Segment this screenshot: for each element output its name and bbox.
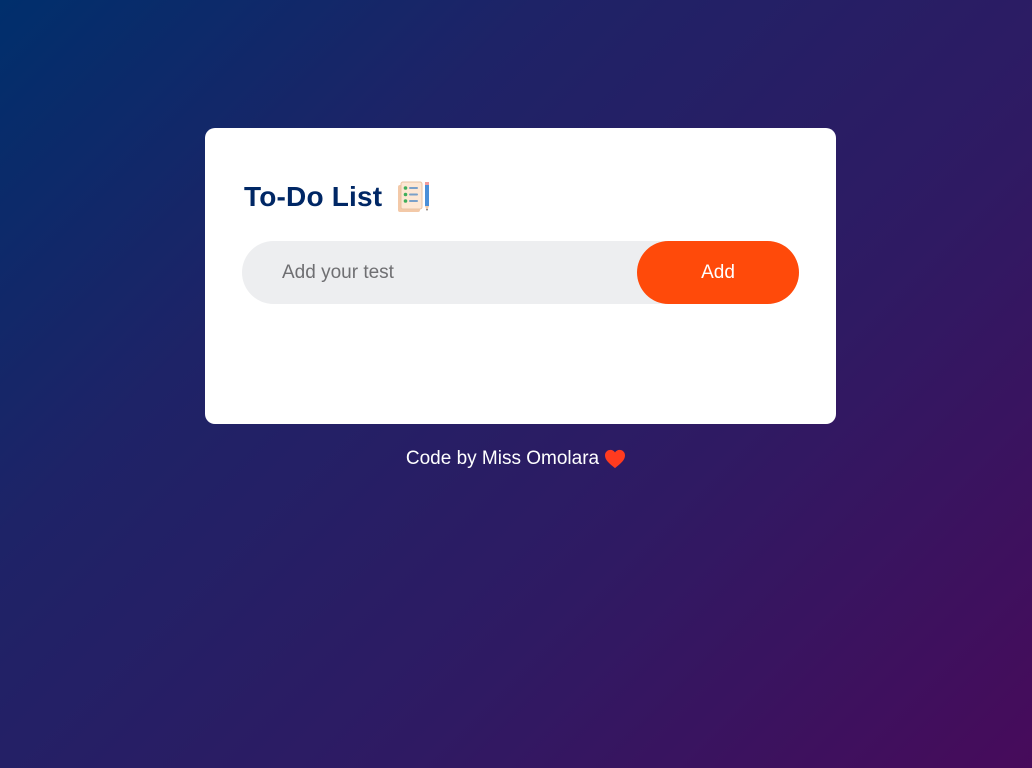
title-row: To-Do List	[244, 178, 432, 216]
checklist-icon	[396, 180, 432, 214]
task-input[interactable]	[242, 241, 637, 304]
page-title: To-Do List	[244, 181, 383, 212]
footer-credit: Code by Miss Omolara	[0, 448, 1032, 470]
credit-text: Code by Miss Omolara	[405, 448, 600, 469]
todo-card: To-Do List Add your test Add	[205, 128, 836, 424]
heart-icon	[604, 449, 626, 469]
add-button[interactable]: Add	[637, 241, 799, 304]
task-input-row: Add	[242, 241, 799, 304]
